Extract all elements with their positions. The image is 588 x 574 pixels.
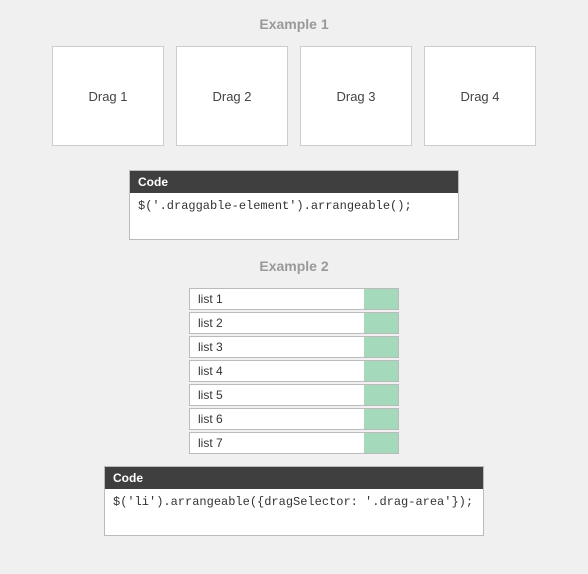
code-header: Code xyxy=(130,171,458,193)
draggable-element[interactable]: Drag 2 xyxy=(176,46,288,146)
list-item-label: list 5 xyxy=(190,385,364,405)
list-item[interactable]: list 3 xyxy=(189,336,399,358)
list-item-label: list 7 xyxy=(190,433,364,453)
code-body: $('.draggable-element').arrangeable(); xyxy=(130,193,458,239)
drag-handle[interactable] xyxy=(364,433,398,453)
drag-handle[interactable] xyxy=(364,337,398,357)
list-item[interactable]: list 2 xyxy=(189,312,399,334)
draggable-element[interactable]: Drag 1 xyxy=(52,46,164,146)
drag-handle[interactable] xyxy=(364,313,398,333)
drag-handle[interactable] xyxy=(364,385,398,405)
code-block-1: Code $('.draggable-element').arrangeable… xyxy=(129,170,459,240)
list-item-label: list 2 xyxy=(190,313,364,333)
list-item-label: list 4 xyxy=(190,361,364,381)
list-item-label: list 3 xyxy=(190,337,364,357)
code-body: $('li').arrangeable({dragSelector: '.dra… xyxy=(105,489,483,535)
list-item[interactable]: list 4 xyxy=(189,360,399,382)
example2-title: Example 2 xyxy=(0,258,588,274)
draggable-element[interactable]: Drag 3 xyxy=(300,46,412,146)
draggable-element[interactable]: Drag 4 xyxy=(424,46,536,146)
drag-handle[interactable] xyxy=(364,409,398,429)
list-item[interactable]: list 7 xyxy=(189,432,399,454)
sortable-list: list 1 list 2 list 3 list 4 list 5 list … xyxy=(189,288,399,454)
example1-title: Example 1 xyxy=(0,16,588,32)
code-header: Code xyxy=(105,467,483,489)
list-item[interactable]: list 6 xyxy=(189,408,399,430)
draggable-row: Drag 1 Drag 2 Drag 3 Drag 4 xyxy=(0,46,588,146)
list-item[interactable]: list 1 xyxy=(189,288,399,310)
drag-handle[interactable] xyxy=(364,361,398,381)
drag-handle[interactable] xyxy=(364,289,398,309)
list-item-label: list 1 xyxy=(190,289,364,309)
list-item-label: list 6 xyxy=(190,409,364,429)
list-item[interactable]: list 5 xyxy=(189,384,399,406)
